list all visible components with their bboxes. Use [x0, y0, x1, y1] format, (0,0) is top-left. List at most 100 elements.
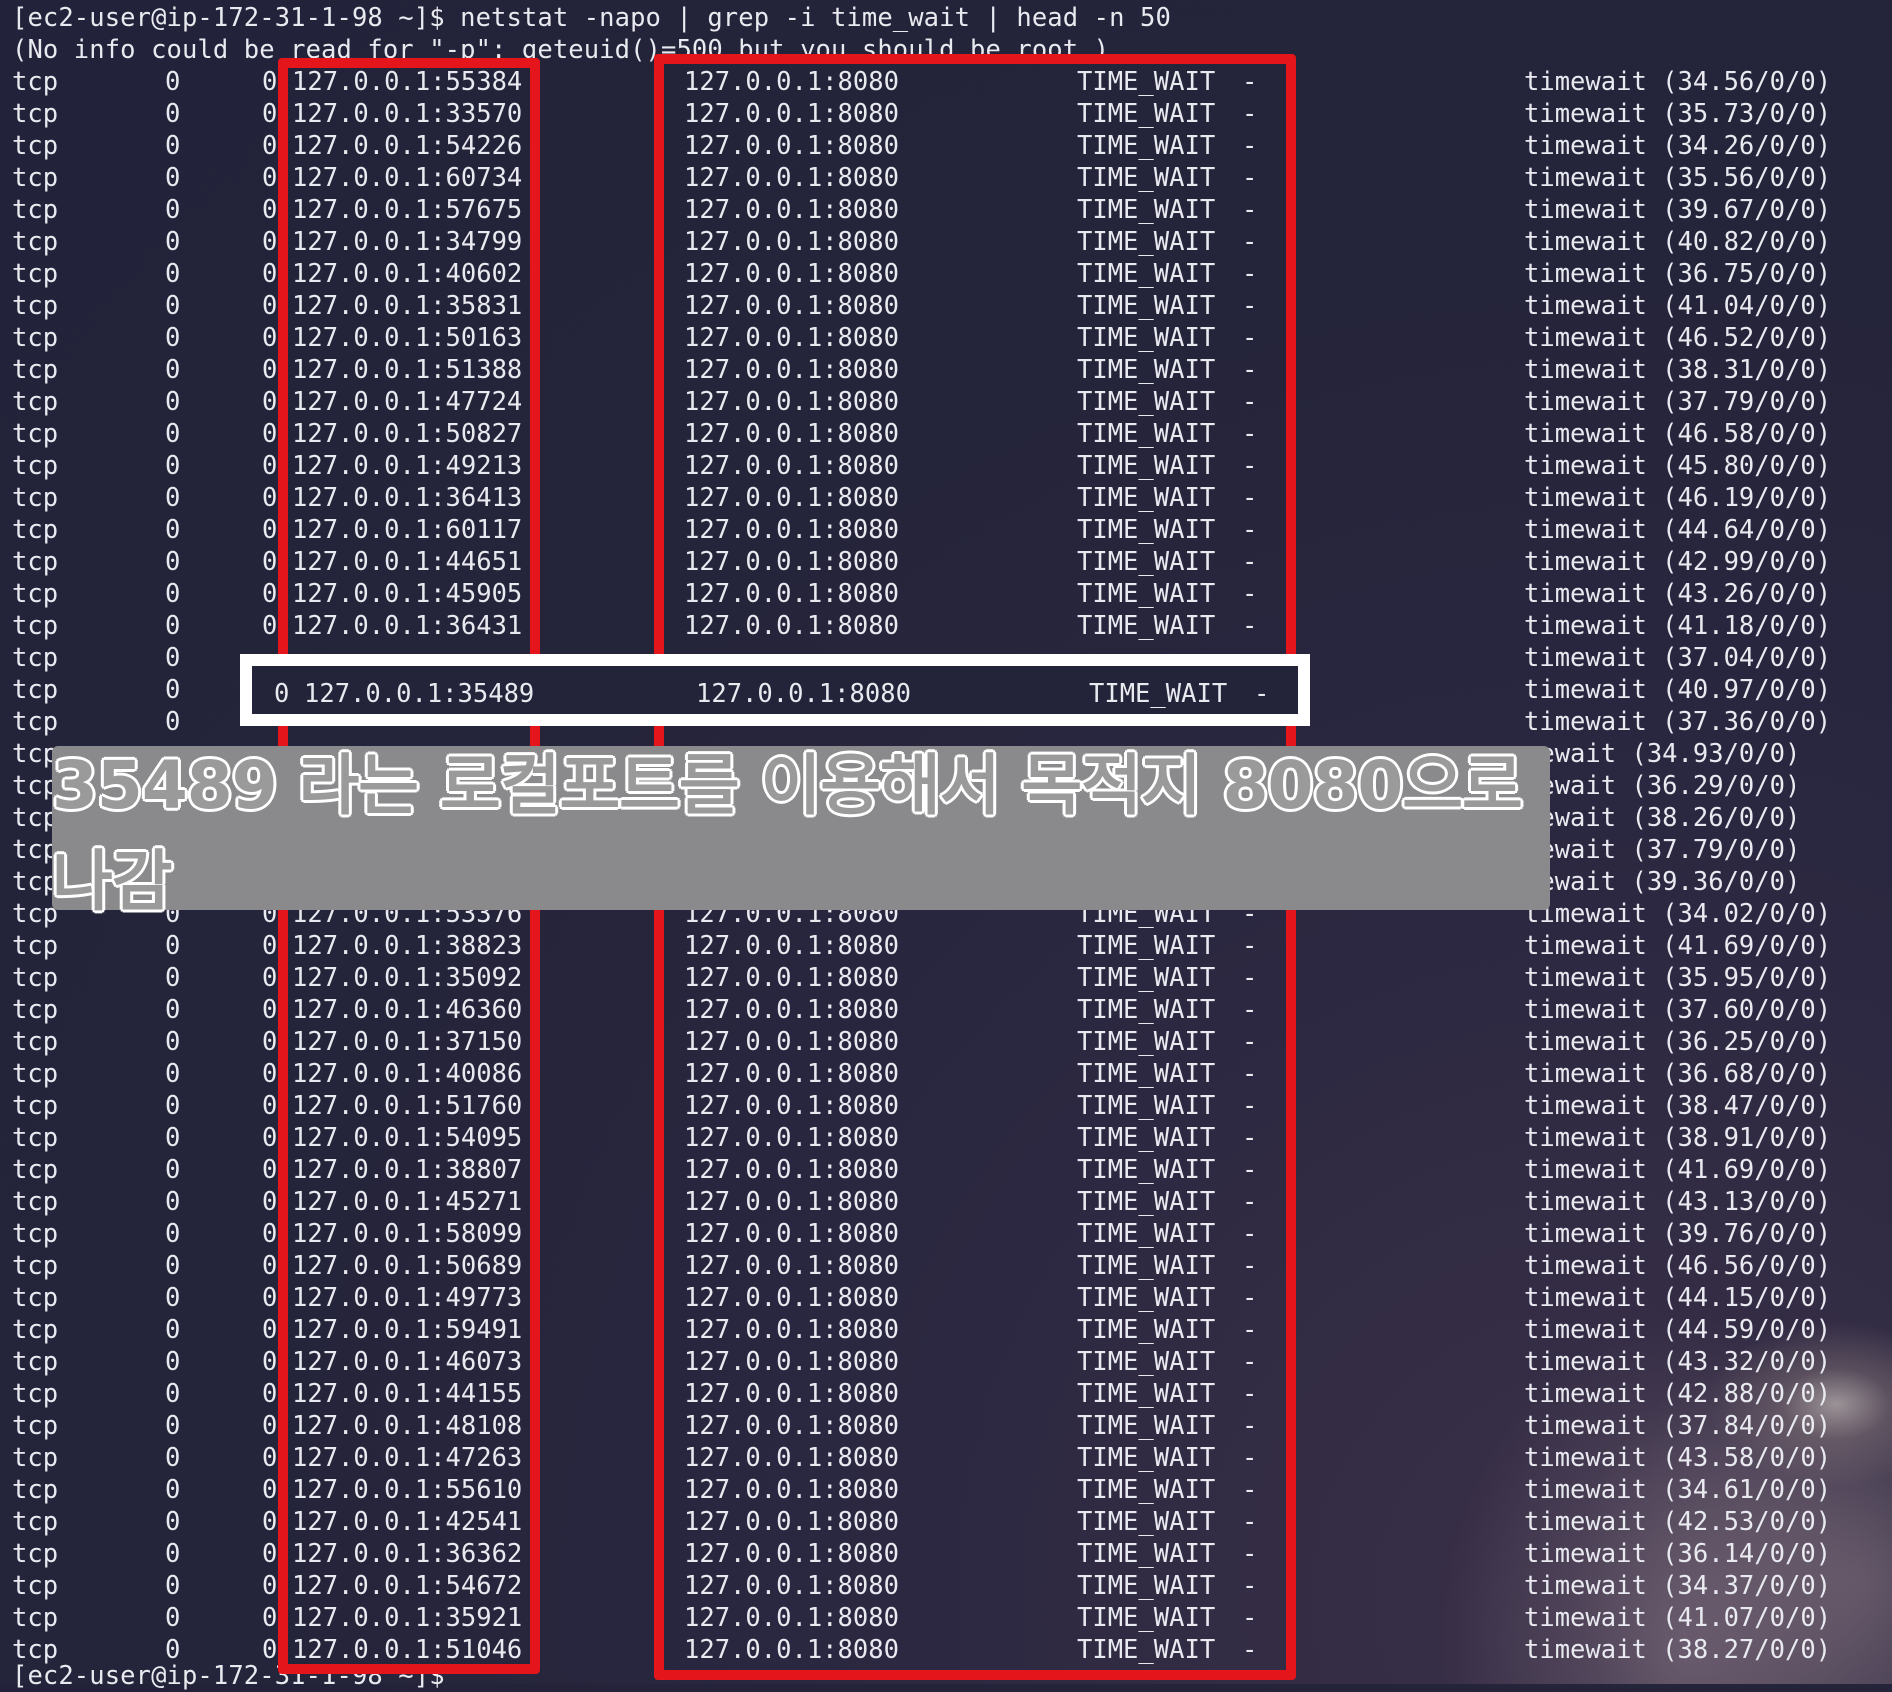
- cell-timer: timewait (38.27/0/0): [1524, 1635, 1832, 1665]
- cell-proto: tcp: [12, 163, 59, 193]
- cell-timer: timewait (39.67/0/0): [1524, 195, 1832, 225]
- cell-send: 0: [262, 1539, 278, 1569]
- cell-timer: timewait (44.59/0/0): [1524, 1315, 1832, 1345]
- cell-send: 0: [262, 1059, 278, 1089]
- cell-proto: tcp: [12, 259, 59, 289]
- cell-send: 0: [262, 1219, 278, 1249]
- highlight-send: 0: [274, 679, 290, 709]
- cell-timer: timewait (37.60/0/0): [1524, 995, 1832, 1025]
- cell-proto: tcp: [12, 611, 59, 641]
- cell-timer: timewait (38.31/0/0): [1524, 355, 1832, 385]
- cell-timer: timewait (36.75/0/0): [1524, 259, 1832, 289]
- cell-timer: timewait (41.69/0/0): [1524, 1155, 1832, 1185]
- cell-recv: 0: [165, 1123, 181, 1153]
- cell-timer: timewait (45.80/0/0): [1524, 451, 1832, 481]
- cell-send: 0: [262, 323, 278, 353]
- cell-send: 0: [262, 1091, 278, 1121]
- cell-send: 0: [262, 579, 278, 609]
- cell-send: 0: [262, 67, 278, 97]
- cell-proto: tcp: [12, 483, 59, 513]
- cell-timer: timewait (37.84/0/0): [1524, 1411, 1832, 1441]
- cell-timer: timewait (41.18/0/0): [1524, 611, 1832, 641]
- cell-timer: mewait (34.93/0/0): [1524, 739, 1801, 769]
- cell-proto: tcp: [12, 195, 59, 225]
- cell-proto: tcp: [12, 131, 59, 161]
- cell-send: 0: [262, 1571, 278, 1601]
- terminal-window[interactable]: [ec2-user@ip-172-31-1-98 ~]$ netstat -na…: [0, 0, 1892, 1691]
- cell-recv: 0: [165, 611, 181, 641]
- cell-send: 0: [262, 1123, 278, 1153]
- cell-timer: mewait (37.79/0/0): [1524, 835, 1801, 865]
- cell-timer: timewait (34.37/0/0): [1524, 1571, 1832, 1601]
- cell-proto: tcp: [12, 1123, 59, 1153]
- cell-timer: timewait (46.52/0/0): [1524, 323, 1832, 353]
- cell-timer: timewait (36.14/0/0): [1524, 1539, 1832, 1569]
- cell-send: 0: [262, 99, 278, 129]
- cell-proto: tcp: [12, 1187, 59, 1217]
- cell-proto: tcp: [12, 419, 59, 449]
- highlight-state: TIME_WAIT: [1089, 679, 1228, 709]
- cell-proto: tcp: [12, 1507, 59, 1537]
- cell-timer: timewait (41.07/0/0): [1524, 1603, 1832, 1633]
- cell-send: 0: [262, 931, 278, 961]
- cell-timer: timewait (43.13/0/0): [1524, 1187, 1832, 1217]
- cell-send: 0: [262, 1603, 278, 1633]
- cell-recv: 0: [165, 67, 181, 97]
- cell-timer: timewait (41.69/0/0): [1524, 931, 1832, 961]
- cell-proto: tcp: [12, 323, 59, 353]
- cell-recv: 0: [165, 259, 181, 289]
- cell-recv: 0: [165, 419, 181, 449]
- cell-timer: timewait (40.82/0/0): [1524, 227, 1832, 257]
- cell-proto: tcp: [12, 1091, 59, 1121]
- cell-proto: tcp: [12, 963, 59, 993]
- cell-proto: tcp: [12, 451, 59, 481]
- cell-recv: 0: [165, 931, 181, 961]
- cell-timer: timewait (35.56/0/0): [1524, 163, 1832, 193]
- cell-recv: 0: [165, 1443, 181, 1473]
- cell-timer: timewait (43.58/0/0): [1524, 1443, 1832, 1473]
- cell-recv: 0: [165, 1027, 181, 1057]
- cell-proto: tcp: [12, 1603, 59, 1633]
- cell-timer: timewait (36.68/0/0): [1524, 1059, 1832, 1089]
- cell-proto: tcp: [12, 1475, 59, 1505]
- cell-send: 0: [262, 259, 278, 289]
- cell-recv: 0: [165, 1059, 181, 1089]
- cell-timer: timewait (37.79/0/0): [1524, 387, 1832, 417]
- cell-timer: timewait (43.26/0/0): [1524, 579, 1832, 609]
- cell-send: 0: [262, 483, 278, 513]
- cell-recv: 0: [165, 1187, 181, 1217]
- cell-timer: timewait (44.64/0/0): [1524, 515, 1832, 545]
- cell-recv: 0: [165, 579, 181, 609]
- cell-recv: 0: [165, 1539, 181, 1569]
- cell-proto: tcp: [12, 227, 59, 257]
- cell-timer: timewait (34.56/0/0): [1524, 67, 1832, 97]
- cell-send: 0: [262, 1315, 278, 1345]
- cell-proto: tcp: [12, 1027, 59, 1057]
- cell-send: 0: [262, 1187, 278, 1217]
- cell-recv: 0: [165, 195, 181, 225]
- cell-recv: 0: [165, 355, 181, 385]
- cell-send: 0: [262, 611, 278, 641]
- cell-proto: tcp: [12, 675, 59, 705]
- cell-proto: tcp: [12, 1347, 59, 1377]
- cell-timer: timewait (46.58/0/0): [1524, 419, 1832, 449]
- cell-recv: 0: [165, 1379, 181, 1409]
- cell-timer: timewait (41.04/0/0): [1524, 291, 1832, 321]
- cell-timer: timewait (34.26/0/0): [1524, 131, 1832, 161]
- cell-proto: tcp: [12, 1443, 59, 1473]
- cell-timer: timewait (44.15/0/0): [1524, 1283, 1832, 1313]
- cell-send: 0: [262, 1443, 278, 1473]
- cell-timer: timewait (42.99/0/0): [1524, 547, 1832, 577]
- cell-proto: tcp: [12, 1155, 59, 1185]
- cell-recv: 0: [165, 1315, 181, 1345]
- cell-recv: 0: [165, 643, 181, 673]
- cell-recv: 0: [165, 99, 181, 129]
- cell-proto: tcp: [12, 1219, 59, 1249]
- cell-send: 0: [262, 995, 278, 1025]
- cell-proto: tcp: [12, 387, 59, 417]
- cell-recv: 0: [165, 1603, 181, 1633]
- cell-send: 0: [262, 387, 278, 417]
- cell-recv: 0: [165, 451, 181, 481]
- cell-recv: 0: [165, 483, 181, 513]
- cell-recv: 0: [165, 1091, 181, 1121]
